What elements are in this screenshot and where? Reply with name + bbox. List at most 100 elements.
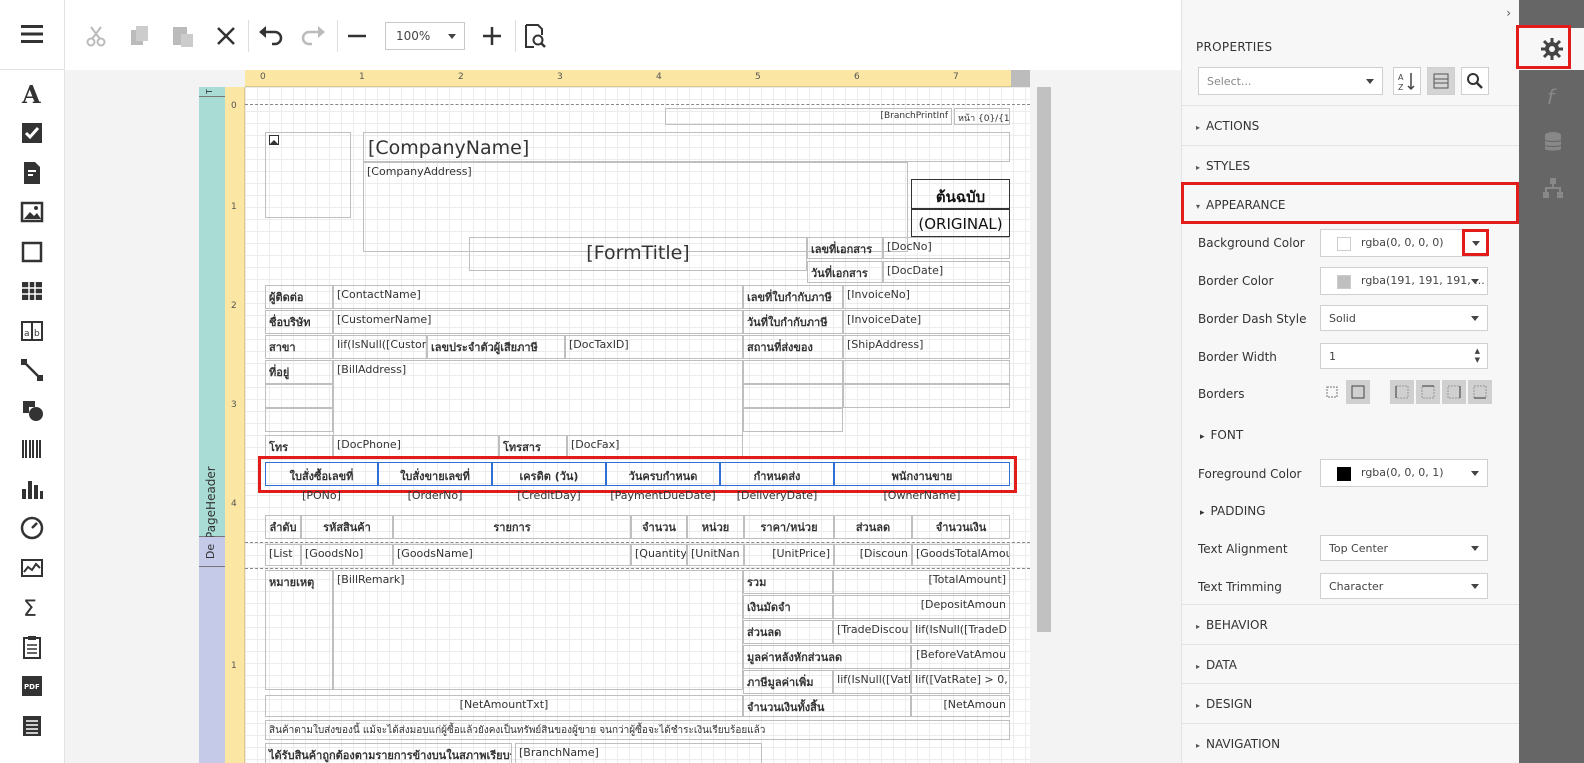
preview-button[interactable] bbox=[518, 20, 550, 52]
doc-no-label[interactable]: เลขที่เอกสาร bbox=[807, 237, 883, 259]
po-no-header[interactable]: ใบสั่งซื้อเลขที่ bbox=[265, 462, 378, 486]
receive-goods-label[interactable]: ได้รับสินค้าถูกต้องตามรายการข้างบนในสภาพ… bbox=[265, 743, 512, 763]
ship-address-label[interactable]: สถานที่ส่งของ bbox=[743, 335, 843, 359]
barcode-tool[interactable] bbox=[18, 435, 46, 463]
col-header-discount[interactable]: ส่วนลด bbox=[834, 515, 912, 539]
empty-cell[interactable] bbox=[743, 384, 843, 408]
footer-note[interactable]: สินค้าตามใบส่งของนี้ แม้จะได้ส่งมอบแก่ผู… bbox=[265, 720, 1010, 740]
text-alignment-select[interactable]: Top Center bbox=[1320, 535, 1488, 561]
discount-label[interactable]: ส่วนลด bbox=[743, 620, 833, 644]
detail-seq-field[interactable]: [List bbox=[265, 544, 301, 566]
customer-label[interactable]: ชื่อบริษัท bbox=[265, 310, 333, 334]
search-button[interactable] bbox=[1461, 67, 1489, 95]
zoom-select[interactable]: 100% bbox=[385, 22, 465, 50]
phone-label[interactable]: โทร bbox=[265, 435, 333, 457]
before-vat-label[interactable]: มูลค่าหลังหักส่วนลด bbox=[743, 645, 911, 669]
vat-label[interactable]: ภาษีมูลค่าเพิ่ม bbox=[743, 670, 833, 694]
page-number-field[interactable]: หน้า {0}/{1} bbox=[954, 108, 1010, 125]
chart-tool[interactable] bbox=[18, 475, 46, 503]
border-top-button[interactable] bbox=[1416, 380, 1440, 404]
before-vat-field[interactable]: [BeforeVatAmou bbox=[911, 645, 1010, 669]
form-title-field[interactable]: [FormTitle] bbox=[469, 237, 807, 271]
border-width-spinner[interactable]: 1 ▲ ▼ bbox=[1320, 343, 1488, 369]
original-th-label[interactable]: ต้นฉบับ bbox=[911, 179, 1010, 209]
branch-print-field[interactable]: [BranchPrintInf bbox=[665, 108, 952, 125]
logo-picture[interactable] bbox=[265, 132, 351, 218]
invoice-date-label[interactable]: วันที่ใบกำกับภาษี bbox=[743, 310, 843, 334]
col-header-goods-no[interactable]: รหัสสินค้า bbox=[301, 515, 393, 539]
customer-field[interactable]: [CustomerName] bbox=[333, 310, 743, 334]
empty-cell[interactable] bbox=[743, 360, 843, 384]
gauge-tool[interactable] bbox=[18, 514, 46, 542]
section-navigation[interactable]: ▸ NAVIGATION bbox=[1182, 723, 1519, 763]
credit-day-header[interactable]: เครดิต (วัน) bbox=[492, 462, 606, 486]
empty-cell[interactable] bbox=[743, 408, 843, 432]
invoice-date-field[interactable]: [InvoiceDate] bbox=[843, 310, 1010, 334]
undo-button[interactable] bbox=[255, 20, 287, 52]
taxid-field[interactable]: [DocTaxID] bbox=[565, 335, 743, 359]
address-spacer[interactable] bbox=[265, 408, 333, 432]
pdf-tool[interactable]: PDF bbox=[18, 672, 46, 700]
order-no-header[interactable]: ใบสั่งขายเลขที่ bbox=[378, 462, 492, 486]
top-margin-band[interactable]: T bbox=[199, 87, 225, 97]
delivery-date-field[interactable]: [DeliveryDate] bbox=[720, 487, 834, 507]
delete-button[interactable] bbox=[210, 20, 242, 52]
net-amount-text-field[interactable]: [NetAmountTxt] bbox=[265, 695, 743, 717]
cut-button[interactable] bbox=[80, 20, 112, 52]
branch-label[interactable]: สาขา bbox=[265, 335, 333, 359]
summary-tool[interactable]: Σ bbox=[18, 593, 46, 622]
page-info-tool[interactable] bbox=[18, 633, 46, 661]
field-list-tab[interactable] bbox=[1531, 122, 1572, 163]
menu-button[interactable] bbox=[0, 0, 65, 70]
zoom-in-button[interactable] bbox=[476, 20, 508, 52]
fax-label[interactable]: โทรสาร bbox=[499, 435, 567, 457]
section-behavior[interactable]: ▸ BEHAVIOR bbox=[1182, 604, 1519, 644]
detail-discount-field[interactable]: [Discoun bbox=[834, 544, 912, 566]
credit-day-field[interactable]: [CreditDay] bbox=[492, 487, 606, 507]
col-header-amount[interactable]: จำนวนเงิน bbox=[912, 515, 1010, 539]
picture-tool[interactable] bbox=[18, 198, 46, 226]
detail-band[interactable]: De bbox=[199, 537, 225, 567]
paste-button[interactable] bbox=[166, 20, 198, 52]
chevron-right-icon[interactable]: › bbox=[1506, 6, 1511, 20]
border-all-button[interactable] bbox=[1346, 380, 1370, 404]
section-design[interactable]: ▸ DESIGN bbox=[1182, 683, 1519, 723]
total-label[interactable]: รวม bbox=[743, 570, 833, 594]
detail-unit-field[interactable]: [UnitNan bbox=[687, 544, 744, 566]
empty-cell[interactable] bbox=[843, 360, 1010, 384]
shape-tool[interactable] bbox=[18, 396, 46, 424]
rich-text-tool[interactable] bbox=[18, 159, 46, 187]
vat-rate-expression[interactable]: Iif([VatRate] > 0, bbox=[911, 670, 1010, 694]
table-tool[interactable] bbox=[18, 277, 46, 305]
categories-button[interactable] bbox=[1427, 67, 1455, 95]
order-no-field[interactable]: [OrderNo] bbox=[378, 487, 492, 507]
report-explorer-tab[interactable] bbox=[1531, 168, 1572, 209]
section-styles[interactable]: ▸ STYLES bbox=[1182, 145, 1519, 185]
border-bottom-button[interactable] bbox=[1468, 380, 1492, 404]
trade-discount-text[interactable]: [TradeDiscou bbox=[833, 620, 911, 644]
due-date-header[interactable]: วันครบกำหนด bbox=[606, 462, 720, 486]
doc-no-field[interactable]: [DocNo] bbox=[883, 237, 1010, 259]
character-comb-tool[interactable]: ab bbox=[18, 317, 46, 345]
copy-button[interactable] bbox=[123, 20, 155, 52]
border-dash-select[interactable]: Solid bbox=[1320, 305, 1488, 331]
col-header-goods-name[interactable]: รายการ bbox=[393, 515, 631, 539]
remark-field[interactable]: [BillRemark] bbox=[333, 570, 743, 690]
redo-button[interactable] bbox=[297, 20, 329, 52]
text-trimming-select[interactable]: Character bbox=[1320, 573, 1488, 599]
company-name-field[interactable]: [CompanyName] bbox=[363, 132, 1010, 162]
sort-button[interactable]: AZ bbox=[1393, 67, 1421, 95]
address-label[interactable]: ที่อยู่ bbox=[265, 360, 333, 384]
net-amount-label[interactable]: จำนวนเงินทั้งสิ้น bbox=[743, 695, 911, 717]
spinner-arrows-icon[interactable]: ▲ ▼ bbox=[1475, 347, 1480, 365]
vertical-scrollbar[interactable] bbox=[1037, 87, 1051, 632]
design-surface[interactable]: 0 1 2 3 4 5 6 7 T PageHeader De 0 1 2 3 … bbox=[65, 70, 1181, 763]
col-header-quantity[interactable]: จำนวน bbox=[631, 515, 687, 539]
po-no-field[interactable]: [PONo] bbox=[265, 487, 378, 507]
net-amount-field[interactable]: [NetAmoun bbox=[911, 695, 1010, 717]
bill-address-field[interactable]: [BillAddress] bbox=[333, 360, 743, 436]
detail-quantity-field[interactable]: [Quantity bbox=[631, 544, 687, 566]
fax-field[interactable]: [DocFax] bbox=[567, 435, 743, 457]
page-header-band[interactable]: PageHeader bbox=[199, 97, 225, 539]
panel-tool[interactable] bbox=[18, 238, 46, 266]
